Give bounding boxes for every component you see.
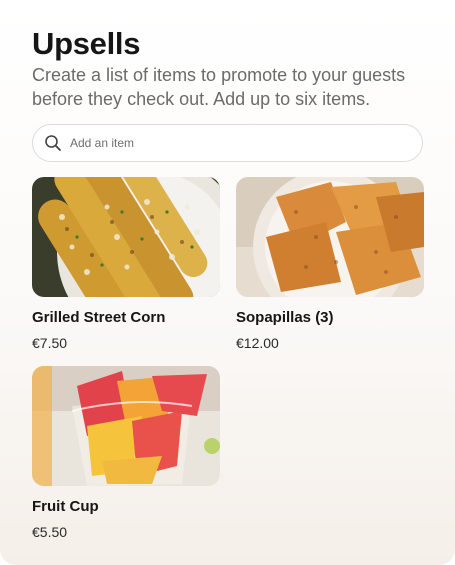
- item-price: €5.50: [32, 524, 68, 540]
- item-name: Fruit Cup: [32, 498, 99, 515]
- item-name: Grilled Street Corn: [32, 309, 166, 326]
- add-item-input[interactable]: [70, 125, 410, 161]
- page-subtitle: Create a list of items to promote to you…: [32, 65, 406, 109]
- item-price: €12.00: [236, 335, 279, 351]
- search-bar[interactable]: [32, 124, 423, 162]
- grilled-street-corn-photo[interactable]: [32, 177, 220, 297]
- upsell-item-grilled-street-corn[interactable]: Grilled Street Corn €7.50: [32, 177, 220, 351]
- page-title: Upsells: [32, 26, 141, 61]
- upsell-item-fruit-cup[interactable]: Fruit Cup €5.50: [32, 366, 220, 540]
- search-icon: [44, 134, 62, 152]
- sopapillas-photo[interactable]: [236, 177, 424, 297]
- item-price: €7.50: [32, 335, 68, 351]
- fruit-cup-photo[interactable]: [32, 366, 220, 486]
- upsell-item-sopapillas[interactable]: Sopapillas (3) €12.00: [236, 177, 424, 351]
- item-name: Sopapillas (3): [236, 309, 334, 326]
- upsells-panel: Upsells Create a list of items to promot…: [0, 0, 455, 565]
